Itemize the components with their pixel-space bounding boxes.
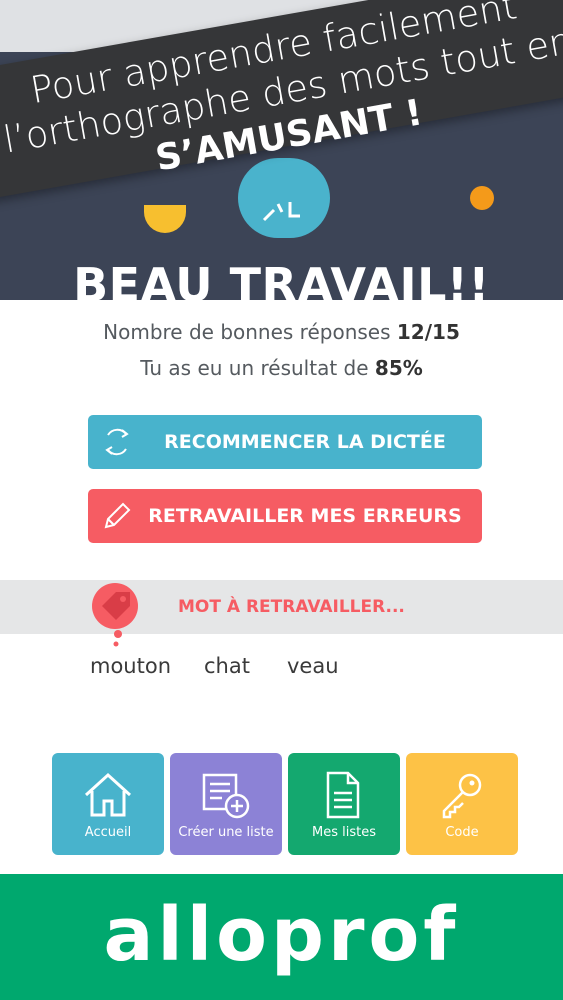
restart-dictation-label: RECOMMENCER LA DICTÉE bbox=[164, 431, 446, 453]
pencil-sketch-icon bbox=[262, 202, 300, 222]
nav-my-lists-tile[interactable]: Mes listes bbox=[288, 753, 400, 855]
words-to-review-title: MOT À RETRAVAILLER... bbox=[178, 597, 405, 617]
restart-dictation-button[interactable]: RECOMMENCER LA DICTÉE bbox=[88, 415, 482, 469]
rework-errors-label: RETRAVAILLER MES ERREURS bbox=[148, 505, 462, 527]
nav-code-tile[interactable]: Code bbox=[406, 753, 518, 855]
create-list-icon bbox=[202, 773, 250, 819]
review-word: chat bbox=[204, 654, 250, 678]
tag-icon bbox=[92, 583, 138, 647]
correct-answers-stat: Nombre de bonnes réponses 12/15 bbox=[0, 320, 563, 344]
correct-answers-value: 12/15 bbox=[396, 320, 460, 344]
nav-create-list-label: Créer une liste bbox=[178, 825, 274, 840]
nav-code-label: Code bbox=[445, 825, 479, 840]
decorative-dot-orange bbox=[470, 186, 494, 210]
review-word: veau bbox=[287, 654, 339, 678]
score-stat: Tu as eu un résultat de 85% bbox=[0, 356, 563, 380]
correct-answers-label: Nombre de bonnes réponses bbox=[103, 320, 391, 344]
nav-home-label: Accueil bbox=[84, 825, 132, 840]
home-icon bbox=[84, 772, 132, 817]
alloprof-logo: alloprof bbox=[103, 892, 460, 978]
result-title: BEAU TRAVAIL!! bbox=[73, 258, 490, 300]
document-icon bbox=[326, 771, 360, 819]
score-value: 85% bbox=[374, 356, 423, 380]
nav-my-lists-label: Mes listes bbox=[312, 825, 376, 840]
key-icon bbox=[442, 773, 482, 819]
rework-errors-button[interactable]: RETRAVAILLER MES ERREURS bbox=[88, 489, 482, 543]
review-word: mouton bbox=[90, 654, 172, 678]
nav-home-tile[interactable]: Accueil bbox=[52, 753, 164, 855]
score-label: Tu as eu un résultat de bbox=[140, 356, 369, 380]
decorative-circle bbox=[238, 158, 330, 238]
nav-create-list-tile[interactable]: Créer une liste bbox=[170, 753, 282, 855]
